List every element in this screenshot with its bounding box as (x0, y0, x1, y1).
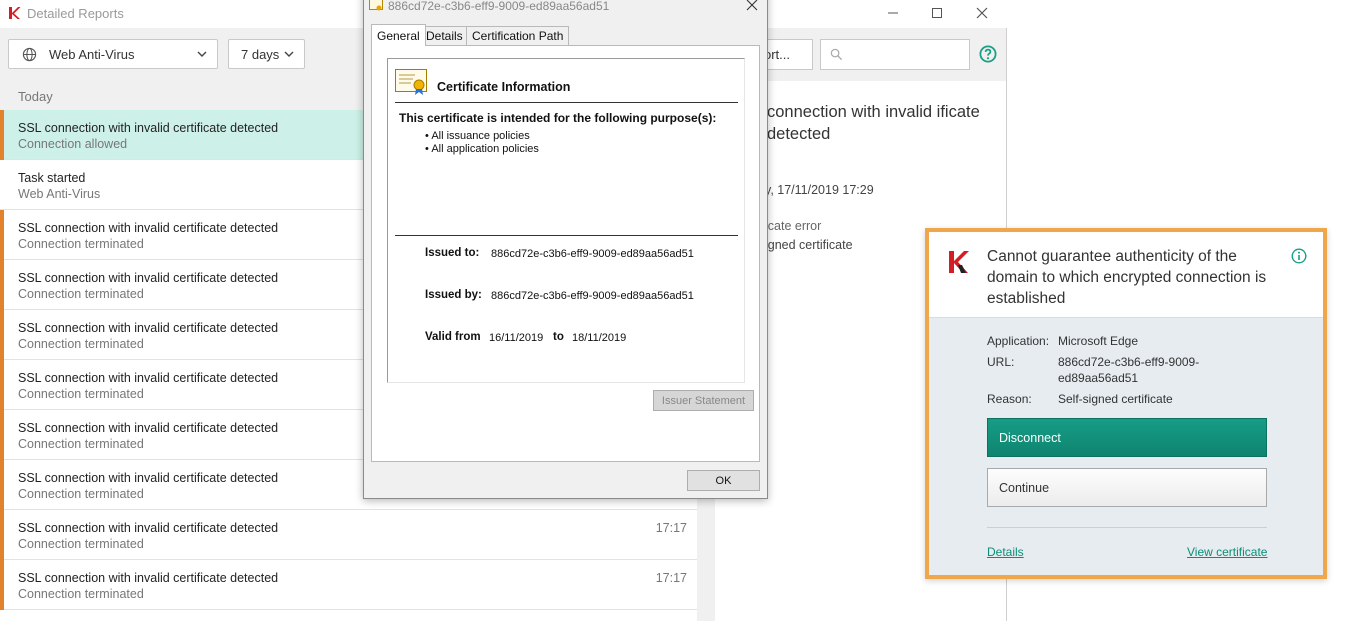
minimize-icon (888, 12, 898, 14)
event-subtitle: Connection terminated (18, 437, 144, 451)
warning-marker (0, 360, 4, 410)
event-subtitle: Web Anti-Virus (18, 187, 101, 201)
component-filter-value: Web Anti-Virus (49, 46, 135, 62)
event-subtitle: Connection terminated (18, 587, 144, 601)
purpose-heading: This certificate is intended for the fol… (399, 111, 717, 125)
info-icon[interactable] (1291, 248, 1307, 264)
event-subtitle: Connection terminated (18, 537, 144, 551)
maximize-icon (932, 8, 942, 18)
certificate-icon (395, 69, 427, 95)
warning-marker (0, 210, 4, 260)
event-subtitle: Connection terminated (18, 487, 144, 501)
event-title: SSL connection with invalid certificate … (18, 271, 279, 285)
continue-button[interactable]: Continue (987, 468, 1267, 507)
warning-marker (0, 560, 4, 610)
issued-by-label: Issued by: (425, 289, 482, 301)
event-title: SSL connection with invalid certificate … (18, 371, 279, 385)
warning-marker (0, 260, 4, 310)
valid-to-value: 18/11/2019 (572, 332, 627, 344)
event-title: SSL connection with invalid certificate … (18, 471, 279, 485)
certificate-small-icon (369, 0, 383, 11)
kaspersky-logo-icon (9, 7, 21, 19)
warning-marker (0, 310, 4, 360)
detail-title: connection with invalid ificate detected (767, 103, 980, 143)
divider (395, 102, 738, 103)
search-icon (830, 48, 843, 61)
details-link[interactable]: Details (987, 545, 1024, 559)
certificate-information-box: Certificate Information This certificate… (387, 58, 745, 383)
tab-details[interactable]: Details (420, 26, 469, 45)
close-icon[interactable] (746, 0, 758, 11)
issued-to-value: 886cd72e-c3b6-eff9-9009-ed89aa56ad51 (491, 248, 694, 260)
purpose-item: • All application policies (425, 143, 539, 155)
ok-button[interactable]: OK (687, 470, 760, 491)
url-label: URL: (987, 355, 1015, 369)
notification-header: Cannot guarantee authenticity of the dom… (929, 232, 1323, 318)
event-title: SSL connection with invalid certificate … (18, 321, 279, 335)
url-value: 886cd72e-c3b6-eff9-9009-ed89aa56ad51 (1058, 355, 1200, 385)
reason-value: Self-signed certificate (1058, 392, 1173, 406)
component-filter-dropdown[interactable]: Web Anti-Virus (8, 39, 218, 69)
general-tab-panel: Certificate Information This certificate… (371, 45, 760, 462)
period-filter-value: 7 days (241, 46, 280, 62)
event-subtitle: Connection terminated (18, 337, 144, 351)
view-certificate-link[interactable]: View certificate (1187, 545, 1267, 559)
kaspersky-logo-icon (949, 251, 969, 273)
event-subtitle: Connection terminated (18, 287, 144, 301)
warning-marker (0, 510, 4, 560)
issued-by-value: 886cd72e-c3b6-eff9-9009-ed89aa56ad51 (491, 290, 694, 302)
detail-date: y, 17/11/2019 17:29 (765, 183, 874, 197)
certificate-dialog: 886cd72e-c3b6-eff9-9009-ed89aa56ad51 Gen… (363, 0, 768, 499)
event-time: 17:17 (655, 521, 687, 535)
event-title: SSL connection with invalid certificate … (18, 571, 279, 585)
issued-to-label: Issued to: (425, 247, 480, 259)
reason-label: Reason: (987, 392, 1032, 406)
tab-general[interactable]: General (371, 24, 426, 46)
application-value: Microsoft Edge (1058, 334, 1139, 348)
window-title: Detailed Reports (27, 6, 124, 21)
purpose-item: • All issuance policies (425, 130, 530, 142)
chevron-down-icon (284, 51, 294, 57)
event-row[interactable]: SSL connection with invalid certificate … (0, 510, 697, 560)
tab-certification-path[interactable]: Certification Path (466, 26, 570, 45)
event-subtitle: Connection terminated (18, 387, 144, 401)
valid-to-label: to (553, 331, 564, 343)
maximize-button[interactable] (917, 3, 957, 23)
close-icon (976, 7, 988, 19)
valid-from-value: 16/11/2019 (489, 332, 544, 344)
issuer-statement-button[interactable]: Issuer Statement (653, 390, 754, 411)
minimize-button[interactable] (873, 3, 913, 23)
event-subtitle: Connection terminated (18, 237, 144, 251)
help-icon[interactable] (979, 45, 997, 63)
certificate-information-heading: Certificate Information (437, 80, 571, 94)
globe-icon (22, 47, 37, 61)
divider (395, 235, 738, 236)
event-time: 17:17 (655, 571, 687, 585)
close-button[interactable] (962, 3, 1002, 23)
group-label-today: Today (18, 89, 53, 104)
event-title: Task started (18, 171, 86, 185)
event-title: SSL connection with invalid certificate … (18, 221, 279, 235)
kaspersky-notification: Cannot guarantee authenticity of the dom… (925, 228, 1327, 579)
application-label: Application: (987, 334, 1050, 348)
period-filter-dropdown[interactable]: 7 days (228, 39, 305, 69)
valid-from-label: Valid from (425, 331, 481, 343)
disconnect-button[interactable]: Disconnect (987, 418, 1267, 457)
notification-title: Cannot guarantee authenticity of the dom… (987, 248, 1267, 307)
warning-marker (0, 410, 4, 460)
event-subtitle: Connection allowed (18, 137, 128, 151)
chevron-down-icon (197, 51, 207, 57)
warning-marker (0, 460, 4, 510)
event-title: SSL connection with invalid certificate … (18, 121, 279, 135)
detail-reason: igned certificate (765, 238, 853, 252)
warning-marker (0, 110, 4, 160)
event-row[interactable]: SSL connection with invalid certificate … (0, 560, 697, 610)
event-title: SSL connection with invalid certificate … (18, 421, 279, 435)
search-input[interactable] (820, 39, 970, 70)
certificate-dialog-title: 886cd72e-c3b6-eff9-9009-ed89aa56ad51 (388, 0, 610, 13)
event-title: SSL connection with invalid certificate … (18, 521, 279, 535)
detail-type: icate error (765, 219, 822, 233)
divider (987, 527, 1267, 528)
